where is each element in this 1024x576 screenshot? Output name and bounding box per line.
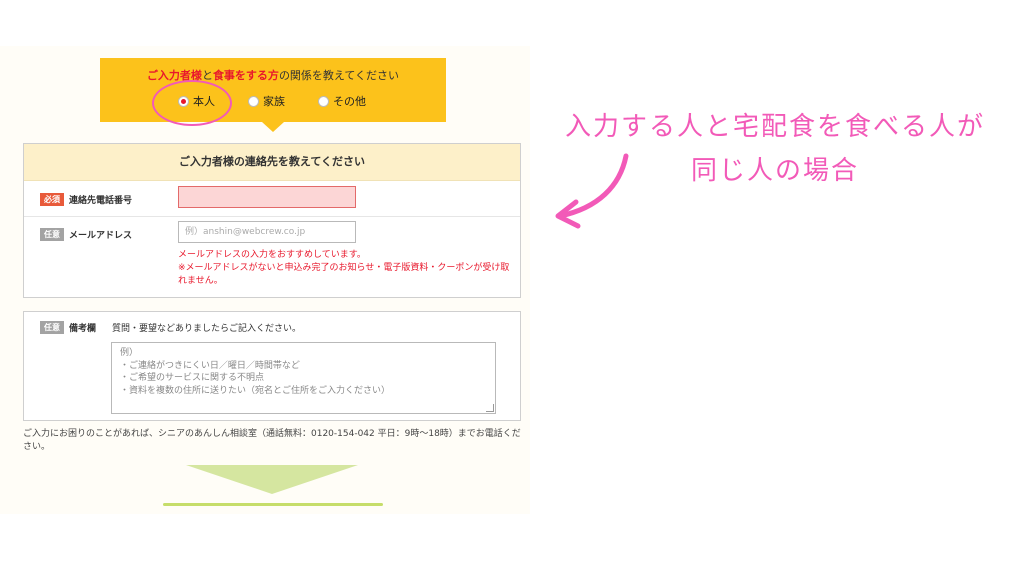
next-step-arrow-icon [186,465,358,494]
radio-unselected-icon[interactable] [318,95,329,107]
radio-option-other[interactable]: その他 [318,93,366,109]
contact-panel: ご入力者様の連絡先を教えてください 必須 連絡先電話番号 任意 メールアドレス … [23,143,521,298]
email-input[interactable]: 例）anshin@webcrew.co.jp [178,221,356,243]
phone-label: 必須 連絡先電話番号 [40,193,132,206]
placeholder-line: ・資料を複数の住所に送りたい（宛名とご住所をご入力ください） [120,385,391,396]
radio-option-family[interactable]: 家族 [248,93,285,109]
remarks-label: 任意 備考欄 [40,321,96,334]
email-warning: ※メールアドレスがないと申込み完了のお知らせ・電子版資料・クーポンが受け取れませ… [178,263,510,286]
submit-button-edge[interactable] [163,503,383,506]
remarks-hint: 質問・要望などありましたらご記入ください。 [112,324,302,334]
radio-label: 家族 [263,95,285,108]
relationship-question: ご入力者様と食事をする方の関係を教えてください [100,67,446,83]
question-text-rest: の関係を教えてください [278,69,400,82]
email-label: 任意 メールアドレス [40,228,132,241]
down-triangle-icon [262,122,284,132]
contact-panel-title: ご入力者様の連絡先を教えてください [24,144,520,181]
remarks-label-text: 備考欄 [69,324,97,334]
placeholder-line: 例） [120,348,139,358]
help-text: ご入力にお困りのことがあれば、シニアのあんしん相談室（通話無料：0120-154… [23,429,521,452]
email-label-text: メールアドレス [69,231,133,241]
curved-arrow-icon [555,153,629,229]
email-note: メールアドレスの入力をおすすめしています。 [178,250,366,260]
highlight-circle-annotation [152,80,232,126]
phone-row: 必須 連絡先電話番号 [24,181,520,217]
placeholder-line: ・ご連絡がつきにくい日／曜日／時間帯など [120,360,300,371]
optional-badge: 任意 [40,321,64,334]
radio-label: その他 [333,95,366,108]
resize-handle-icon[interactable] [486,404,494,412]
placeholder-line: ・ご希望のサービスに関する不明点 [120,373,265,383]
optional-badge: 任意 [40,228,64,241]
annotation-line-1: 入力する人と宅配食を食べる人が [564,112,985,142]
question-highlight-eater: 食事をする方 [212,69,279,82]
relationship-question-box: ご入力者様と食事をする方の関係を教えてください 本人 家族 その他 [100,58,446,122]
radio-unselected-icon[interactable] [248,95,259,107]
phone-input[interactable] [178,186,356,208]
remarks-textarea[interactable]: 例） ・ご連絡がつきにくい日／曜日／時間帯など ・ご希望のサービスに関する不明点… [111,342,496,414]
phone-label-text: 連絡先電話番号 [69,196,133,206]
required-badge: 必須 [40,193,64,206]
remarks-panel: 任意 備考欄 質問・要望などありましたらご記入ください。 例） ・ご連絡がつきに… [23,311,521,421]
